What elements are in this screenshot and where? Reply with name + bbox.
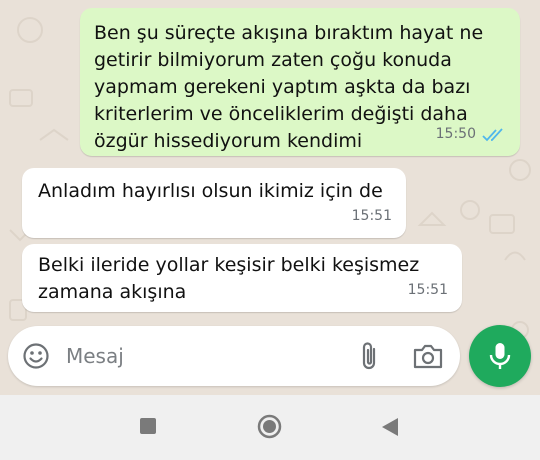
paperclip-icon[interactable] — [356, 340, 384, 372]
message-meta: 15:50 — [436, 121, 506, 148]
microphone-button[interactable] — [469, 325, 531, 387]
emoji-icon[interactable] — [22, 342, 50, 370]
message-meta: 15:51 — [408, 277, 448, 304]
double-check-icon — [482, 127, 503, 141]
incoming-message[interactable]: Anladım hayırlısı olsun ikimiz için de 1… — [22, 168, 406, 238]
back-triangle-icon[interactable] — [381, 417, 399, 437]
microphone-icon — [489, 343, 511, 369]
message-time: 15:51 — [351, 208, 392, 224]
message-time: 15:50 — [435, 126, 476, 142]
camera-icon[interactable] — [412, 342, 444, 370]
home-circle-icon[interactable] — [257, 414, 282, 439]
system-navigation-bar — [0, 395, 540, 460]
message-composer — [8, 326, 460, 386]
message-text: Anladım hayırlısı olsun ikimiz için de — [38, 180, 383, 202]
outgoing-message[interactable]: Ben şu süreçte akışına bıraktım hayat ne… — [80, 8, 520, 156]
recents-square-icon[interactable] — [140, 418, 156, 434]
message-time: 15:51 — [407, 282, 448, 298]
incoming-message[interactable]: Belki ileride yollar keşisir belki keşis… — [22, 244, 462, 312]
message-meta: 15:51 — [352, 203, 392, 230]
message-text: Belki ileride yollar keşisir belki keşis… — [38, 254, 420, 303]
message-input[interactable] — [66, 340, 336, 372]
